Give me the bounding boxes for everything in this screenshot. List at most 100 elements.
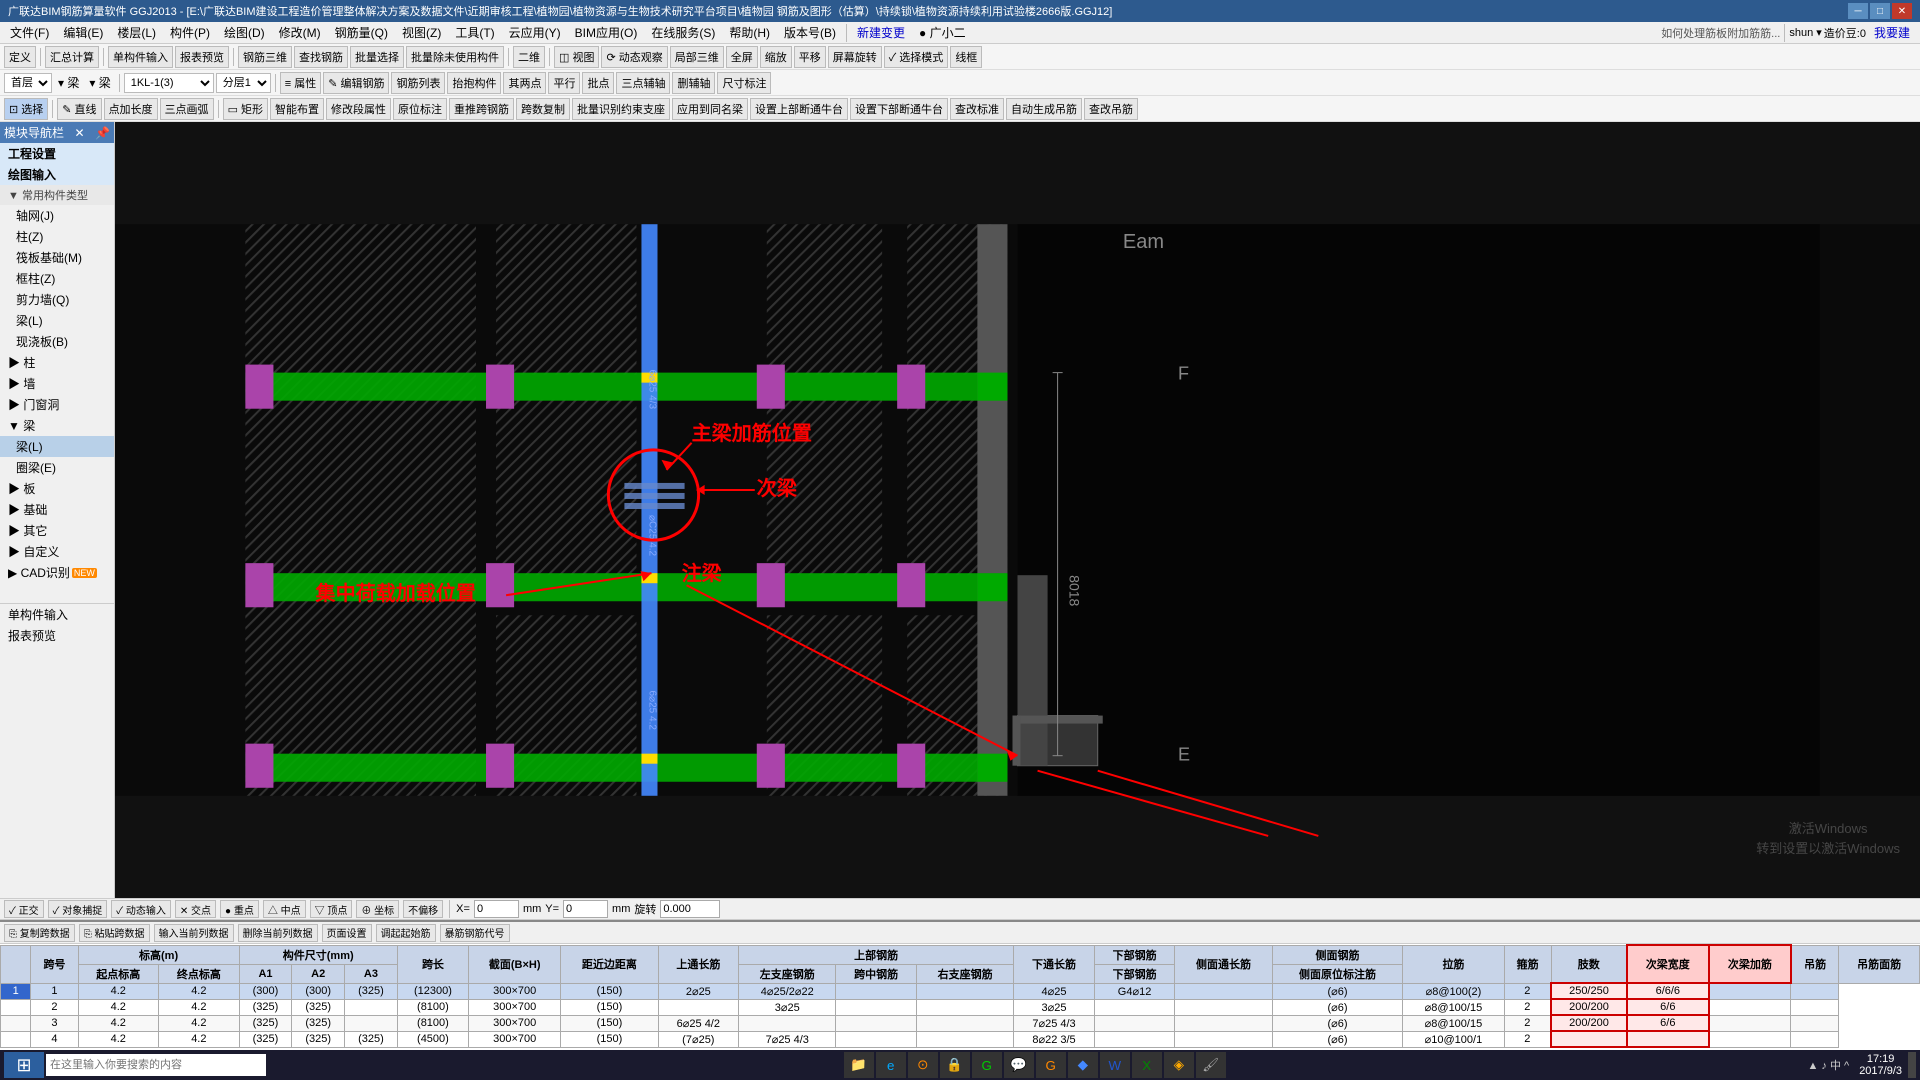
sidebar-item-setup[interactable]: 工程设置 [0,143,114,164]
rebar-3d-button[interactable]: 钢筋三维 [238,46,292,68]
line-button[interactable]: ✎ 直线 [57,98,101,120]
property-button[interactable]: ≡ 属性 [280,72,321,94]
inplace-label-button[interactable]: 原位标注 [393,98,447,120]
batch-remove-button[interactable]: 批量除未使用构件 [406,46,504,68]
taskbar-wechat-icon[interactable]: 💬 [1004,1052,1034,1078]
taskbar-word-icon[interactable]: W [1100,1052,1130,1078]
beam-id-select[interactable]: 1KL-1(3) [124,73,214,93]
report-button[interactable]: 报表预览 [175,46,229,68]
layer-select[interactable]: 分层1 [216,73,271,93]
sidebar-item-slab[interactable]: 现浇板(B) [0,331,114,352]
status-snap-ortho[interactable]: ✓ 正交 [4,900,44,918]
table-row[interactable]: 3 4.2 4.2 (325) (325) (8100) 300×700 (15… [1,1015,1920,1031]
smart-layout-button[interactable]: 智能布置 [270,98,324,120]
span-copy-button[interactable]: 跨数复制 [516,98,570,120]
sidebar-group-wall[interactable]: ▶ 墙 [0,373,114,394]
floor-select[interactable]: 首层 [4,73,52,93]
sidebar-group-opening[interactable]: ▶ 门窗洞 [0,394,114,415]
status-y-input[interactable] [563,900,608,918]
td-sec-rebar[interactable]: 6/6 [1627,1015,1709,1031]
copy-span-button[interactable]: ⎘ 复制跨数据 [4,924,75,942]
status-no-offset[interactable]: 不偏移 [403,900,443,918]
sidebar-item-column[interactable]: 柱(Z) [0,226,114,247]
screen-rotate-button[interactable]: 屏幕旋转 [828,46,882,68]
minimize-button[interactable]: ─ [1848,3,1868,19]
table-row[interactable]: 2 4.2 4.2 (325) (325) (8100) 300×700 (15… [1,999,1920,1015]
menu-file[interactable]: 文件(F) [4,22,55,43]
menu-help[interactable]: 帮助(H) [723,22,776,43]
arc-button[interactable]: 三点画弧 [160,98,214,120]
sidebar-item-beam[interactable]: 梁(L) [0,310,114,331]
search-input[interactable] [46,1054,266,1076]
user-action[interactable]: 我要建 [1868,22,1916,43]
td-sec-width[interactable]: 250/250 [1551,983,1627,999]
dynamic-button[interactable]: ⟳ 动态观察 [601,46,667,68]
batch-point-button[interactable]: 批点 [582,72,614,94]
sidebar-group-col[interactable]: ▶ 柱 [0,352,114,373]
sidebar-item-shearwall[interactable]: 剪力墙(Q) [0,289,114,310]
menu-online[interactable]: 在线服务(S) [645,22,721,43]
td-sec-rebar[interactable]: 6/6/6 [1627,983,1709,999]
sidebar-group-cad[interactable]: ▶ CAD识别 NEW [0,562,114,583]
menu-new-change[interactable]: 新建变更 [851,22,911,43]
rebar-span-button[interactable]: 重推跨钢筋 [449,98,514,120]
zoom-button[interactable]: 缩放 [760,46,792,68]
taskbar-excel-icon[interactable]: X [1132,1052,1162,1078]
edit-rebar-button[interactable]: ✎ 编辑钢筋 [323,72,389,94]
menu-tools[interactable]: 工具(T) [449,22,500,43]
taskbar-file-icon[interactable]: 📁 [844,1052,874,1078]
sidebar-item-raft[interactable]: 筏板基础(M) [0,247,114,268]
apply-same-button[interactable]: 应用到同名梁 [672,98,748,120]
start-rebar-button[interactable]: 调起起始筋 [376,924,436,942]
start-button[interactable]: ⊞ [4,1052,44,1078]
set-upper-button[interactable]: 设置上部断通牛台 [750,98,848,120]
sidebar-bottom-report[interactable]: 报表预览 [0,625,114,646]
check-hanger-button[interactable]: 查改吊筋 [1084,98,1138,120]
sidebar-close-icon[interactable]: ✕ [75,126,85,140]
constraint-button[interactable]: 批量识别约束支座 [572,98,670,120]
menu-cloud[interactable]: 云应用(Y) [503,22,567,43]
find-rebar-button[interactable]: 查找钢筋 [294,46,348,68]
taskbar-lock-icon[interactable]: 🔒 [940,1052,970,1078]
input-col-button[interactable]: 输入当前列数据 [154,924,234,942]
sidebar-item-beam-l[interactable]: 梁(L) [0,436,114,457]
single-input-button[interactable]: 单构件输入 [108,46,173,68]
status-rotate-input[interactable] [660,900,720,918]
status-top[interactable]: ▽ 顶点 [310,900,353,918]
tray-desktop-button[interactable] [1908,1052,1916,1078]
td-sec-width[interactable] [1551,1031,1627,1047]
auto-hanger-button[interactable]: 自动生成吊筋 [1006,98,1082,120]
taskbar-app2-icon[interactable]: ◈ [1164,1052,1194,1078]
menu-component[interactable]: 构件(P) [164,22,216,43]
point-length-button[interactable]: 点加长度 [104,98,158,120]
menu-version[interactable]: 版本号(B) [778,22,842,43]
view-button[interactable]: ◫ 视图 [554,46,599,68]
calculate-button[interactable]: 汇总计算 [45,46,99,68]
menu-floor[interactable]: 楼层(L) [111,22,162,43]
set-lower-button[interactable]: 设置下部断通牛台 [850,98,948,120]
status-heavy[interactable]: ● 重点 [220,900,259,918]
menu-bim[interactable]: BIM应用(O) [569,22,644,43]
table-row[interactable]: 1 1 4.2 4.2 (300) (300) (325) (12300) 30… [1,983,1920,999]
taskbar-chrome2-icon[interactable]: G [1036,1052,1066,1078]
fullscreen-button[interactable]: 全屏 [726,46,758,68]
rect-button[interactable]: ▭ 矩形 [223,98,268,120]
three-point-button[interactable]: 三点辅轴 [616,72,670,94]
status-cross[interactable]: ✕ 交点 [175,900,216,918]
menu-view[interactable]: 视图(Z) [396,22,447,43]
sidebar-item-draw-input[interactable]: 绘图输入 [0,164,114,185]
sidebar-item-framecol[interactable]: 框柱(Z) [0,268,114,289]
batch-select-button[interactable]: 批量选择 [350,46,404,68]
wireframe-button[interactable]: 线框 [950,46,982,68]
sidebar-group-other[interactable]: ▶ 其它 [0,520,114,541]
check-standard-button[interactable]: 查改标准 [950,98,1004,120]
delete-aux-button[interactable]: 删辅轴 [672,72,715,94]
taskbar-chrome-icon[interactable]: ⊙ [908,1052,938,1078]
td-sec-rebar[interactable]: 6/6 [1627,999,1709,1015]
sidebar-group-custom[interactable]: ▶ 自定义 [0,541,114,562]
td-sec-rebar[interactable] [1627,1031,1709,1047]
dimension-button[interactable]: 尺寸标注 [717,72,771,94]
two-points-button[interactable]: 其两点 [503,72,546,94]
status-snap-obj[interactable]: ✓ 对象捕捉 [48,900,108,918]
maximize-button[interactable]: □ [1870,3,1890,19]
